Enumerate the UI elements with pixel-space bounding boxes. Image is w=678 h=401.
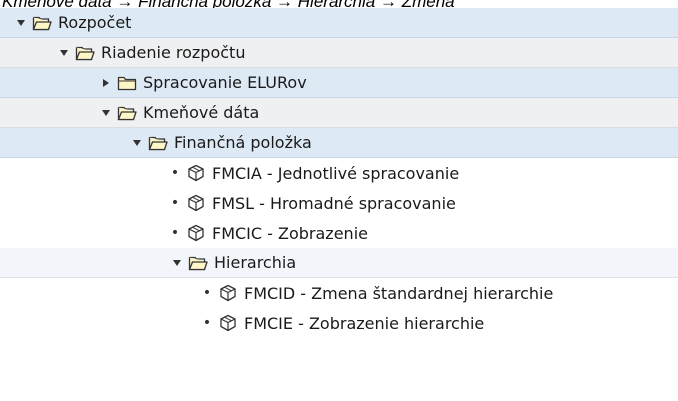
tree-node-label: Kmeňové dáta — [143, 103, 260, 122]
tree-node-kmenove-data[interactable]: Kmeňové dáta — [0, 98, 678, 128]
tree-node-label: Rozpočet — [58, 13, 132, 32]
tree-node-riadenie-rozpoctu[interactable]: Riadenie rozpočtu — [0, 38, 678, 68]
folder-open-icon — [75, 44, 95, 62]
tree-leaf-fmcic[interactable]: • FMCIC - Zobrazenie — [0, 218, 678, 248]
tree-node-rozpocet[interactable]: Rozpočet — [0, 8, 678, 38]
folder-open-icon — [188, 254, 208, 272]
folder-open-icon — [148, 134, 168, 152]
bullet-icon: • — [170, 165, 180, 181]
bullet-icon: • — [202, 285, 212, 301]
tree-node-label: Spracovanie ELURov — [143, 73, 307, 92]
transaction-cube-icon — [218, 284, 238, 302]
tree-node-label: Riadenie rozpočtu — [101, 43, 246, 62]
tree-leaf-label: FMSL - Hromadné spracovanie — [212, 193, 456, 213]
transaction-cube-icon — [186, 194, 206, 212]
tree-node-financna-polozka[interactable]: Finančná položka — [0, 128, 678, 158]
transaction-cube-icon — [186, 164, 206, 182]
tree-leaf-label: FMCIC - Zobrazenie — [212, 223, 368, 243]
transaction-cube-icon — [218, 314, 238, 332]
folder-open-icon — [32, 14, 52, 32]
bullet-icon: • — [170, 195, 180, 211]
transaction-cube-icon — [186, 224, 206, 242]
tree-node-hierarchia[interactable]: Hierarchia — [0, 248, 678, 278]
tree-node-spracovanie-elurov[interactable]: Spracovanie ELURov — [0, 68, 678, 98]
tree-leaf-fmcid[interactable]: • FMCID - Zmena štandardnej hierarchie — [0, 278, 678, 308]
folder-open-icon — [117, 104, 137, 122]
expand-arrow-down-icon[interactable] — [57, 46, 71, 60]
bullet-icon: • — [170, 225, 180, 241]
tree-leaf-fmsl[interactable]: • FMSL - Hromadné spracovanie — [0, 188, 678, 218]
expand-arrow-right-icon[interactable] — [99, 76, 113, 90]
expand-arrow-down-icon[interactable] — [130, 136, 144, 150]
tree-node-label: Finančná položka — [174, 133, 312, 152]
menu-tree: Rozpočet Riadenie rozpočtu Spracovanie E… — [0, 8, 678, 338]
expand-arrow-down-icon[interactable] — [99, 106, 113, 120]
tree-node-label: Hierarchia — [214, 253, 297, 272]
tree-leaf-label: FMCIA - Jednotlivé spracovanie — [212, 163, 460, 183]
expand-arrow-down-icon[interactable] — [14, 16, 28, 30]
tree-leaf-label: FMCIE - Zobrazenie hierarchie — [244, 313, 485, 333]
folder-closed-icon — [117, 74, 137, 92]
expand-arrow-down-icon[interactable] — [170, 256, 184, 270]
tree-leaf-fmcia[interactable]: • FMCIA - Jednotlivé spracovanie — [0, 158, 678, 188]
tree-leaf-fmcie[interactable]: • FMCIE - Zobrazenie hierarchie — [0, 308, 678, 338]
bullet-icon: • — [202, 315, 212, 331]
tree-leaf-label: FMCID - Zmena štandardnej hierarchie — [244, 283, 554, 303]
